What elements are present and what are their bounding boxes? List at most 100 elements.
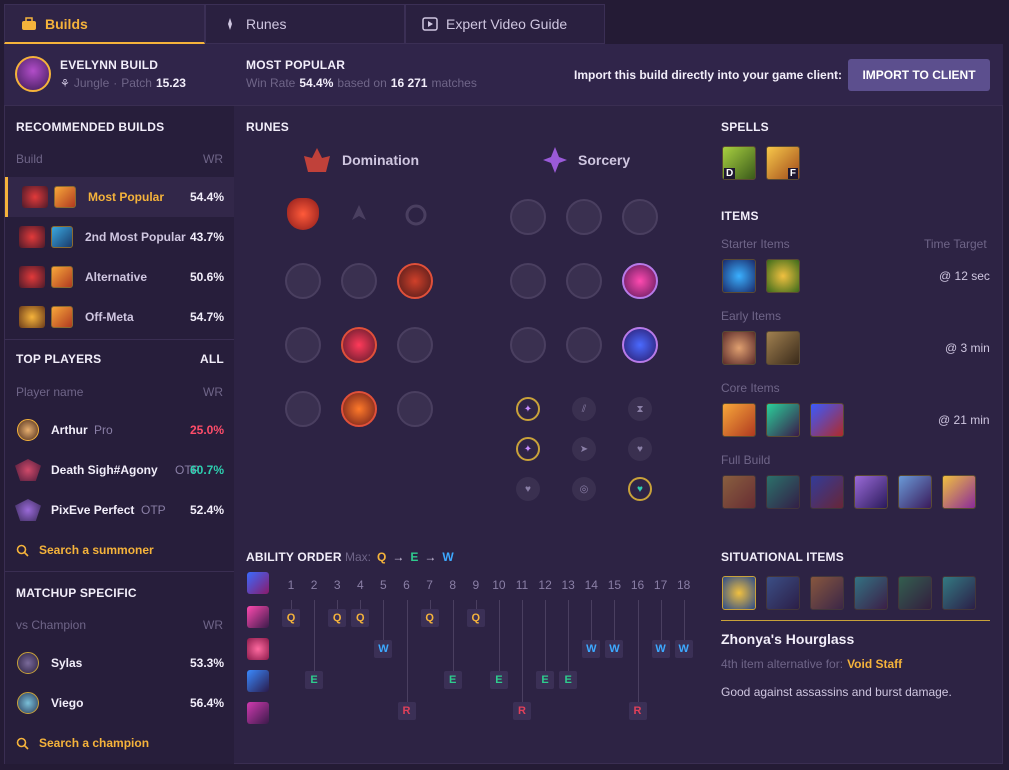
item-icon[interactable] [898, 576, 932, 610]
level-connector [406, 600, 408, 711]
tab-expert-video-guide-label: Expert Video Guide [446, 16, 568, 32]
tab-builds[interactable]: Builds [4, 4, 205, 44]
player-avatar [15, 499, 41, 521]
build-name: Most Popular [88, 190, 165, 204]
keystone-electrocute[interactable] [287, 198, 319, 230]
level-number: 14 [584, 578, 598, 592]
shard-tenacity-icon[interactable]: ◎ [572, 477, 596, 501]
rune-slot-selected[interactable] [341, 327, 377, 363]
keystone-rune[interactable] [346, 202, 372, 228]
secondary-tree-name: Sorcery [578, 152, 631, 168]
build-row-most-popular[interactable]: Most Popular 54.4% [5, 177, 234, 217]
item-icon[interactable] [898, 475, 932, 509]
item-icon[interactable] [722, 259, 756, 293]
item-icon[interactable] [766, 576, 800, 610]
level-number: 16 [630, 578, 645, 592]
level-connector [568, 600, 570, 680]
item-icon[interactable] [766, 403, 800, 437]
matchup-row[interactable]: Viego 56.4% [5, 683, 234, 723]
rune-slot[interactable] [285, 391, 321, 427]
build-row-off-meta[interactable]: Off-Meta 54.7% [5, 297, 234, 337]
rune-slot[interactable] [566, 327, 602, 363]
item-zhonyas-icon[interactable] [722, 576, 756, 610]
level-number: 15 [607, 578, 622, 592]
player-avatar [15, 459, 41, 481]
item-icon[interactable] [766, 259, 800, 293]
rune-slot-selected[interactable] [341, 391, 377, 427]
build-name: Alternative [85, 270, 148, 284]
item-icon[interactable] [810, 403, 844, 437]
rune-slot[interactable] [397, 391, 433, 427]
player-name: PixEve Perfect [51, 503, 135, 517]
rune-slot[interactable] [622, 199, 658, 235]
tab-expert-video-guide[interactable]: Expert Video Guide [405, 4, 605, 44]
player-row[interactable]: Death Sigh#Agony OTP 60.7% [5, 450, 234, 490]
ability-level-box: Q [466, 609, 485, 627]
rune-slot[interactable] [341, 263, 377, 299]
item-icon [51, 306, 73, 328]
top-players-all-link[interactable]: ALL [200, 352, 224, 366]
rune-slot[interactable] [510, 199, 546, 235]
win-rate-line: Win Rate 54.4% based on 16 271 matches [246, 76, 477, 90]
search-summoner[interactable]: Search a summoner [16, 543, 154, 557]
build-row-alternative[interactable]: Alternative 50.6% [5, 257, 234, 297]
build-name: 2nd Most Popular [85, 230, 186, 244]
shard-adaptive-icon[interactable]: ✦ [516, 397, 540, 421]
item-icon[interactable] [722, 403, 756, 437]
build-row-2nd-most-popular[interactable]: 2nd Most Popular 43.7% [5, 217, 234, 257]
items-title: ITEMS [721, 209, 759, 223]
shard-health-scaling-icon[interactable]: ♥ [628, 437, 652, 461]
matchup-row[interactable]: Sylas 53.3% [5, 643, 234, 683]
rune-slot[interactable] [285, 327, 321, 363]
rune-slot-selected[interactable] [397, 263, 433, 299]
tab-runes[interactable]: Runes [205, 4, 405, 44]
rune-slot[interactable] [566, 263, 602, 299]
arrow-right-icon: → [424, 550, 437, 564]
top-players-title: TOP PLAYERS [16, 352, 102, 366]
item-icon[interactable] [766, 331, 800, 365]
rune-slot[interactable] [510, 327, 546, 363]
rune-slot[interactable] [566, 199, 602, 235]
player-row[interactable]: PixEve Perfect OTP 52.4% [5, 490, 234, 530]
item-icon[interactable] [722, 331, 756, 365]
ability-max-order: Max: Q → E → W [345, 550, 454, 564]
player-row[interactable]: Arthur Pro 25.0% [5, 410, 234, 450]
item-icon[interactable] [722, 475, 756, 509]
item-icon[interactable] [810, 576, 844, 610]
search-champion[interactable]: Search a champion [16, 736, 149, 750]
item-icon[interactable] [942, 576, 976, 610]
rune-slot[interactable] [510, 263, 546, 299]
spell-smite-icon[interactable]: D [722, 146, 756, 180]
spell-flash-icon[interactable]: F [766, 146, 800, 180]
rune-slot-selected[interactable] [622, 327, 658, 363]
item-icon[interactable] [854, 576, 888, 610]
rune-slot-selected[interactable] [622, 263, 658, 299]
rune-slot[interactable] [397, 327, 433, 363]
ability-level-box: W [674, 640, 693, 658]
rune-slot[interactable] [285, 263, 321, 299]
col-player-name: Player name [16, 385, 84, 399]
core-items-label: Core Items [721, 381, 780, 395]
ability-level-box: R [397, 702, 416, 720]
item-icon[interactable] [766, 475, 800, 509]
shard-adaptive-icon[interactable]: ✦ [516, 437, 540, 461]
item-icon[interactable] [854, 475, 888, 509]
item-icon[interactable] [810, 475, 844, 509]
shard-attack-speed-icon[interactable]: ⫽ [572, 397, 596, 421]
ability-level-box: W [582, 640, 601, 658]
shard-health-scaling-icon[interactable]: ♥ [628, 477, 652, 501]
shard-move-speed-icon[interactable]: ➤ [572, 437, 596, 461]
spell-key: D [724, 168, 736, 179]
search-summoner-label: Search a summoner [39, 543, 154, 557]
ability-e-icon [247, 670, 269, 692]
matchup-name: Sylas [51, 656, 83, 670]
ability-q-icon [247, 606, 269, 628]
shard-haste-icon[interactable]: ⧗ [628, 397, 652, 421]
matchup-name: Viego [51, 696, 84, 710]
shard-health-icon[interactable]: ♥ [516, 477, 540, 501]
import-to-client-button[interactable]: IMPORT TO CLIENT [848, 59, 990, 91]
runes-title: RUNES [246, 120, 290, 134]
item-icon[interactable] [942, 475, 976, 509]
level-number: 12 [538, 578, 552, 592]
keystone-rune[interactable] [403, 202, 429, 228]
